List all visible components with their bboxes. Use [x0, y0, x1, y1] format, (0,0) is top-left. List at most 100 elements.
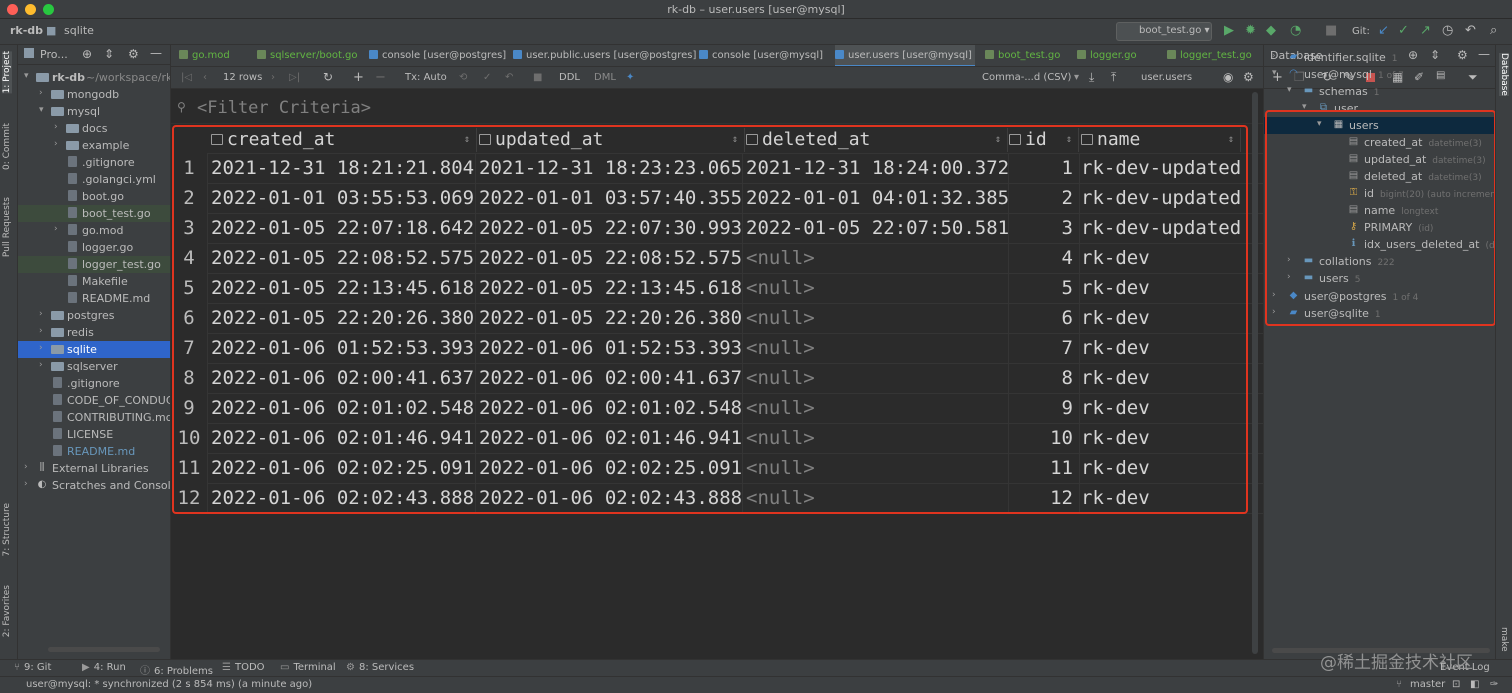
tree-item-code-of-conduct[interactable]: CODE_OF_CONDUCT — [18, 392, 170, 409]
chevron-icon[interactable]: › — [39, 360, 43, 370]
chevron-icon[interactable]: › — [39, 343, 43, 353]
tree-item-go-mod[interactable]: › go.mod — [18, 222, 170, 239]
pull-requests-tool-button[interactable]: Pull Requests — [2, 197, 12, 257]
last-page-icon[interactable]: ▷| — [289, 72, 300, 83]
make-tool-button[interactable]: make — [1499, 627, 1509, 652]
run-icon[interactable]: ▶ — [1224, 24, 1234, 38]
filter-criteria-input[interactable]: <Filter Criteria> — [197, 98, 371, 118]
db-item-schemas[interactable]: ▾ ▬ schemas 1 — [1264, 83, 1495, 100]
transaction-mode-select[interactable]: Tx: Auto — [405, 72, 447, 83]
rows-count-select[interactable]: 12 rows — [223, 72, 262, 83]
breadcrumb-folder[interactable]: sqlite — [64, 24, 94, 37]
todo-tool-button[interactable]: ☰ TODO — [222, 662, 265, 673]
tree-item-readme-md[interactable]: README.md — [18, 443, 170, 460]
tree-item-contributing-md[interactable]: CONTRIBUTING.md — [18, 409, 170, 426]
chevron-icon[interactable]: › — [24, 479, 28, 489]
chevron-icon[interactable]: › — [54, 122, 58, 132]
tree-item-golangci-yml[interactable]: .golangci.yml — [18, 171, 170, 188]
git-update-icon[interactable]: ↙ — [1378, 24, 1389, 38]
next-page-icon[interactable]: › — [271, 72, 275, 83]
tree-item-logger-go[interactable]: logger.go — [18, 239, 170, 256]
tab-console-user-mysql[interactable]: console [user@mysql] — [699, 45, 827, 66]
database-tool-button[interactable]: Database — [1499, 53, 1509, 96]
chevron-icon[interactable]: › — [54, 139, 58, 149]
terminal-tool-button[interactable]: ▭ Terminal — [280, 662, 336, 673]
services-tool-button[interactable]: ⚙ 8: Services — [346, 662, 414, 673]
export-icon[interactable]: ⤓ — [1089, 70, 1094, 85]
pin-icon[interactable]: ✦ — [626, 72, 634, 83]
first-page-icon[interactable]: |◁ — [181, 72, 192, 83]
tab-sqlserver-boot-go[interactable]: sqlserver/boot.go — [257, 45, 358, 66]
chevron-icon[interactable]: ▾ — [1272, 68, 1277, 78]
tab-go-mod[interactable]: go.mod — [179, 45, 253, 66]
hide-panel-icon[interactable]: — — [150, 46, 162, 60]
grid-settings-icon[interactable]: ⚙ — [1243, 70, 1254, 84]
tab-logger-test-go[interactable]: logger_test.go — [1167, 45, 1263, 66]
chevron-icon[interactable]: › — [24, 462, 28, 472]
tree-item-sqlite[interactable]: › sqlite — [18, 341, 170, 358]
add-row-icon[interactable]: + — [353, 70, 364, 85]
tree-item-boot-test-go[interactable]: boot_test.go — [18, 205, 170, 222]
tree-item-scratches-and-consoles[interactable]: › ◐ Scratches and Consoles — [18, 477, 170, 494]
chevron-icon[interactable]: ▾ — [1287, 85, 1292, 95]
horizontal-scrollbar[interactable] — [48, 647, 160, 652]
tree-item-gitignore[interactable]: .gitignore — [18, 154, 170, 171]
tree-item-sqlserver[interactable]: › sqlserver — [18, 358, 170, 375]
tree-item-license[interactable]: LICENSE — [18, 426, 170, 443]
db-item-identifier-sqlite[interactable]: › ▰ identifier.sqlite 1 — [1264, 49, 1495, 66]
coverage-icon[interactable]: ◆ — [1266, 24, 1276, 38]
dml-button[interactable]: DML — [594, 72, 616, 83]
tree-item-redis[interactable]: › redis — [18, 324, 170, 341]
collapse-icon[interactable]: ⇕ — [104, 47, 114, 61]
settings-gear-icon[interactable]: ⚙ — [128, 47, 139, 61]
rollback-icon[interactable]: ↶ — [1465, 24, 1476, 38]
view-options-icon[interactable]: ◉ — [1223, 70, 1233, 84]
breadcrumb-project[interactable]: rk-db — [10, 24, 43, 37]
tree-item-example[interactable]: › example — [18, 137, 170, 154]
submit-icon[interactable]: ✓ — [483, 72, 491, 83]
memory-icon[interactable]: ◧ — [1470, 679, 1479, 690]
tab-logger-go[interactable]: logger.go — [1077, 45, 1159, 66]
tree-item-docs[interactable]: › docs — [18, 120, 170, 137]
project-view-select[interactable]: Pro... — [40, 48, 68, 61]
tree-item-postgres[interactable]: › postgres — [18, 307, 170, 324]
tree-item-boot-go[interactable]: boot.go — [18, 188, 170, 205]
tree-item-external-libraries[interactable]: › ⫼ External Libraries — [18, 460, 170, 477]
previous-page-icon[interactable]: ‹ — [203, 72, 207, 83]
ddl-button[interactable]: DDL — [559, 72, 580, 83]
problems-tool-button[interactable]: ⓘ 6: Problems — [140, 662, 213, 677]
commit-tool-button[interactable]: 0: Commit — [2, 123, 12, 170]
git-tool-button[interactable]: ⑂ 9: Git — [14, 662, 51, 673]
project-tool-button[interactable]: 1: Project — [2, 51, 12, 94]
run-tool-button[interactable]: ▶ 4: Run — [82, 662, 126, 673]
tree-item-mongodb[interactable]: › mongodb — [18, 86, 170, 103]
tab-user-users-user-mysql[interactable]: user.users [user@mysql] — [835, 45, 975, 66]
history-icon[interactable]: ◷ — [1442, 24, 1453, 38]
reload-icon[interactable]: ↻ — [323, 70, 333, 84]
structure-tool-button[interactable]: 7: Structure — [2, 503, 12, 557]
grid-vertical-scrollbar[interactable] — [1252, 92, 1258, 654]
lock-icon[interactable]: ⊡ — [1452, 679, 1460, 690]
tab-user-public-users-user-postgres[interactable]: user.public.users [user@postgres] — [513, 45, 696, 66]
rollback-changes-icon[interactable]: ↶ — [505, 72, 513, 83]
git-commit-icon[interactable]: ✓ — [1398, 24, 1409, 38]
tree-item-gitignore[interactable]: .gitignore — [18, 375, 170, 392]
git-branch[interactable]: master — [1410, 679, 1445, 690]
commit-icon[interactable]: ⟲ — [459, 72, 467, 83]
chevron-icon[interactable]: ▾ — [39, 105, 44, 115]
wrench-icon[interactable]: ✑ — [1490, 679, 1498, 690]
chevron-icon[interactable]: › — [39, 309, 43, 319]
remove-row-icon[interactable]: − — [375, 70, 386, 85]
chevron-icon[interactable]: › — [39, 88, 43, 98]
tree-item-makefile[interactable]: Makefile — [18, 273, 170, 290]
git-push-icon[interactable]: ↗ — [1420, 24, 1431, 38]
chevron-icon[interactable]: › — [1272, 51, 1276, 61]
extractor-format-select[interactable]: Comma-...d (CSV) — [982, 72, 1071, 83]
tab-boot-test-go[interactable]: boot_test.go — [985, 45, 1069, 66]
favorites-tool-button[interactable]: 2: Favorites — [2, 585, 12, 637]
run-configuration-select[interactable]: boot_test.go ▾ — [1116, 22, 1212, 41]
stop-icon[interactable]: ■ — [1325, 24, 1337, 38]
import-icon[interactable]: ⤒ — [1111, 70, 1116, 85]
locate-icon[interactable]: ⊕ — [82, 47, 92, 61]
tree-item-logger-test-go[interactable]: logger_test.go — [18, 256, 170, 273]
